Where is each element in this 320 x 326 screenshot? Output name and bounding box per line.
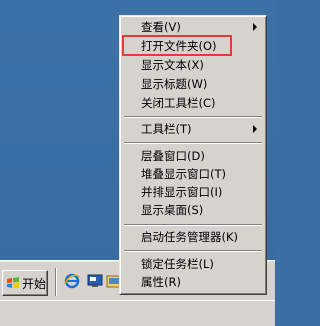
menu-item-lock-taskbar-label: 锁定任务栏(L): [141, 257, 214, 271]
ie-icon[interactable]: [63, 272, 81, 290]
menu-item-side-by-side-label: 并排显示窗口(I): [141, 185, 223, 199]
highlight-annotation-box: [122, 35, 232, 56]
menu-item-lock-taskbar[interactable]: 锁定任务栏(L): [123, 255, 263, 273]
menu-item-task-manager-label: 启动任务管理器(K): [141, 230, 239, 244]
submenu-arrow-icon: [253, 125, 257, 133]
menu-item-stack-windows[interactable]: 堆叠显示窗口(T): [123, 165, 263, 183]
taskbar-bottom-row: [0, 300, 275, 326]
menu-item-cascade-windows-label: 层叠窗口(D): [141, 149, 205, 163]
menu-item-task-manager[interactable]: 启动任务管理器(K): [123, 228, 263, 246]
menu-item-properties-label: 属性(R): [141, 275, 181, 289]
menu-separator: [124, 142, 262, 144]
menu-item-show-text-label: 显示文本(X): [141, 58, 204, 72]
menu-item-toolbars-label: 工具栏(T): [141, 122, 192, 136]
menu-item-toolbars[interactable]: 工具栏(T): [123, 120, 263, 138]
menu-item-show-title[interactable]: 显示标题(W): [123, 75, 263, 93]
menu-item-show-desktop-label: 显示桌面(S): [141, 203, 204, 217]
quicklaunch-separator: [55, 268, 57, 296]
menu-item-stack-windows-label: 堆叠显示窗口(T): [141, 167, 226, 181]
menu-separator: [124, 250, 262, 252]
menu-item-close-toolbar[interactable]: 关闭工具栏(C): [123, 94, 263, 112]
submenu-arrow-icon: [253, 23, 257, 31]
taskbar-context-menu: 查看(V) 打开文件夹(O) 显示文本(X) 显示标题(W) 关闭工具栏(C) …: [119, 15, 267, 295]
menu-item-view[interactable]: 查看(V): [123, 18, 263, 36]
menu-separator: [124, 116, 262, 118]
menu-item-cascade-windows[interactable]: 层叠窗口(D): [123, 147, 263, 165]
menu-item-show-text[interactable]: 显示文本(X): [123, 56, 263, 74]
windows-flag-icon: [7, 277, 19, 288]
menu-item-side-by-side[interactable]: 并排显示窗口(I): [123, 183, 263, 201]
menu-item-show-desktop[interactable]: 显示桌面(S): [123, 201, 263, 219]
show-desktop-icon[interactable]: [86, 272, 104, 290]
start-button[interactable]: 开始: [2, 270, 48, 296]
menu-item-close-toolbar-label: 关闭工具栏(C): [141, 96, 216, 110]
start-label: 开始: [22, 276, 47, 291]
menu-item-properties[interactable]: 属性(R): [123, 273, 263, 291]
menu-item-view-label: 查看(V): [141, 20, 181, 34]
menu-item-show-title-label: 显示标题(W): [141, 77, 208, 91]
menu-separator: [124, 224, 262, 226]
